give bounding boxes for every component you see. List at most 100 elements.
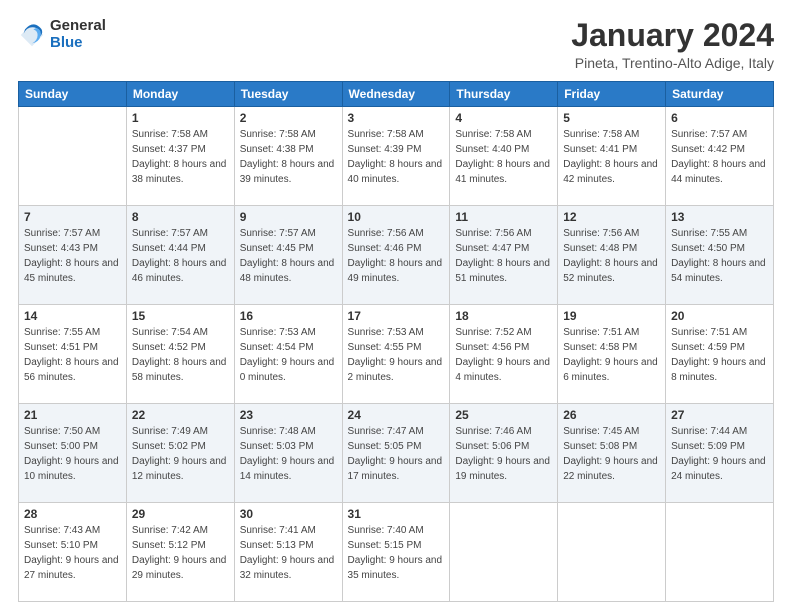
day-info: Sunrise: 7:53 AM Sunset: 4:54 PM Dayligh… <box>240 325 337 385</box>
table-row <box>450 503 558 602</box>
day-number: 10 <box>348 210 445 224</box>
sunrise-text: Sunrise: 7:58 AM <box>132 129 208 140</box>
table-row: 4 Sunrise: 7:58 AM Sunset: 4:40 PM Dayli… <box>450 107 558 206</box>
day-info: Sunrise: 7:51 AM Sunset: 4:58 PM Dayligh… <box>563 325 660 385</box>
sunset-text: Sunset: 5:02 PM <box>132 441 206 452</box>
calendar-table: Sunday Monday Tuesday Wednesday Thursday… <box>18 81 774 602</box>
daylight-text: Daylight: 8 hours and 44 minutes. <box>671 159 766 185</box>
sunrise-text: Sunrise: 7:44 AM <box>671 426 747 437</box>
sunrise-text: Sunrise: 7:53 AM <box>348 327 424 338</box>
day-number: 29 <box>132 507 229 521</box>
sunrise-text: Sunrise: 7:58 AM <box>455 129 531 140</box>
day-info: Sunrise: 7:54 AM Sunset: 4:52 PM Dayligh… <box>132 325 229 385</box>
sunset-text: Sunset: 4:45 PM <box>240 243 314 254</box>
sunset-text: Sunset: 4:38 PM <box>240 144 314 155</box>
day-info: Sunrise: 7:40 AM Sunset: 5:15 PM Dayligh… <box>348 523 445 583</box>
day-number: 13 <box>671 210 768 224</box>
table-row: 5 Sunrise: 7:58 AM Sunset: 4:41 PM Dayli… <box>558 107 666 206</box>
day-number: 15 <box>132 309 229 323</box>
day-number: 11 <box>455 210 552 224</box>
sunset-text: Sunset: 5:00 PM <box>24 441 98 452</box>
day-info: Sunrise: 7:46 AM Sunset: 5:06 PM Dayligh… <box>455 424 552 484</box>
day-info: Sunrise: 7:55 AM Sunset: 4:50 PM Dayligh… <box>671 226 768 286</box>
header-saturday: Saturday <box>666 82 774 107</box>
day-info: Sunrise: 7:53 AM Sunset: 4:55 PM Dayligh… <box>348 325 445 385</box>
day-info: Sunrise: 7:44 AM Sunset: 5:09 PM Dayligh… <box>671 424 768 484</box>
table-row: 1 Sunrise: 7:58 AM Sunset: 4:37 PM Dayli… <box>126 107 234 206</box>
sunrise-text: Sunrise: 7:47 AM <box>348 426 424 437</box>
daylight-text: Daylight: 8 hours and 54 minutes. <box>671 258 766 284</box>
table-row <box>19 107 127 206</box>
sunset-text: Sunset: 4:47 PM <box>455 243 529 254</box>
sunset-text: Sunset: 4:48 PM <box>563 243 637 254</box>
table-row: 17 Sunrise: 7:53 AM Sunset: 4:55 PM Dayl… <box>342 305 450 404</box>
sunset-text: Sunset: 4:40 PM <box>455 144 529 155</box>
title-month: January 2024 <box>571 18 774 53</box>
day-number: 26 <box>563 408 660 422</box>
logo-blue-text: Blue <box>50 35 106 52</box>
sunset-text: Sunset: 4:56 PM <box>455 342 529 353</box>
table-row: 7 Sunrise: 7:57 AM Sunset: 4:43 PM Dayli… <box>19 206 127 305</box>
table-row: 9 Sunrise: 7:57 AM Sunset: 4:45 PM Dayli… <box>234 206 342 305</box>
day-number: 14 <box>24 309 121 323</box>
daylight-text: Daylight: 8 hours and 42 minutes. <box>563 159 658 185</box>
daylight-text: Daylight: 8 hours and 48 minutes. <box>240 258 335 284</box>
daylight-text: Daylight: 9 hours and 22 minutes. <box>563 456 658 482</box>
day-number: 18 <box>455 309 552 323</box>
sunrise-text: Sunrise: 7:55 AM <box>24 327 100 338</box>
daylight-text: Daylight: 9 hours and 32 minutes. <box>240 555 335 581</box>
calendar-week-row: 21 Sunrise: 7:50 AM Sunset: 5:00 PM Dayl… <box>19 404 774 503</box>
day-number: 16 <box>240 309 337 323</box>
sunrise-text: Sunrise: 7:51 AM <box>563 327 639 338</box>
day-number: 4 <box>455 111 552 125</box>
table-row: 20 Sunrise: 7:51 AM Sunset: 4:59 PM Dayl… <box>666 305 774 404</box>
sunset-text: Sunset: 4:46 PM <box>348 243 422 254</box>
day-info: Sunrise: 7:43 AM Sunset: 5:10 PM Dayligh… <box>24 523 121 583</box>
sunrise-text: Sunrise: 7:54 AM <box>132 327 208 338</box>
daylight-text: Daylight: 9 hours and 12 minutes. <box>132 456 227 482</box>
sunset-text: Sunset: 4:42 PM <box>671 144 745 155</box>
header-monday: Monday <box>126 82 234 107</box>
sunset-text: Sunset: 4:59 PM <box>671 342 745 353</box>
sunset-text: Sunset: 4:41 PM <box>563 144 637 155</box>
sunrise-text: Sunrise: 7:58 AM <box>240 129 316 140</box>
day-info: Sunrise: 7:51 AM Sunset: 4:59 PM Dayligh… <box>671 325 768 385</box>
daylight-text: Daylight: 8 hours and 49 minutes. <box>348 258 443 284</box>
table-row: 3 Sunrise: 7:58 AM Sunset: 4:39 PM Dayli… <box>342 107 450 206</box>
day-number: 12 <box>563 210 660 224</box>
day-info: Sunrise: 7:45 AM Sunset: 5:08 PM Dayligh… <box>563 424 660 484</box>
day-number: 7 <box>24 210 121 224</box>
sunset-text: Sunset: 4:58 PM <box>563 342 637 353</box>
table-row: 26 Sunrise: 7:45 AM Sunset: 5:08 PM Dayl… <box>558 404 666 503</box>
daylight-text: Daylight: 8 hours and 51 minutes. <box>455 258 550 284</box>
day-number: 24 <box>348 408 445 422</box>
day-info: Sunrise: 7:57 AM Sunset: 4:44 PM Dayligh… <box>132 226 229 286</box>
table-row: 6 Sunrise: 7:57 AM Sunset: 4:42 PM Dayli… <box>666 107 774 206</box>
table-row: 21 Sunrise: 7:50 AM Sunset: 5:00 PM Dayl… <box>19 404 127 503</box>
sunrise-text: Sunrise: 7:56 AM <box>455 228 531 239</box>
table-row <box>666 503 774 602</box>
sunset-text: Sunset: 5:03 PM <box>240 441 314 452</box>
daylight-text: Daylight: 9 hours and 29 minutes. <box>132 555 227 581</box>
table-row <box>558 503 666 602</box>
day-number: 9 <box>240 210 337 224</box>
daylight-text: Daylight: 8 hours and 52 minutes. <box>563 258 658 284</box>
table-row: 22 Sunrise: 7:49 AM Sunset: 5:02 PM Dayl… <box>126 404 234 503</box>
day-info: Sunrise: 7:47 AM Sunset: 5:05 PM Dayligh… <box>348 424 445 484</box>
day-info: Sunrise: 7:58 AM Sunset: 4:37 PM Dayligh… <box>132 127 229 187</box>
sunrise-text: Sunrise: 7:57 AM <box>24 228 100 239</box>
day-number: 25 <box>455 408 552 422</box>
table-row: 12 Sunrise: 7:56 AM Sunset: 4:48 PM Dayl… <box>558 206 666 305</box>
day-number: 23 <box>240 408 337 422</box>
day-info: Sunrise: 7:56 AM Sunset: 4:47 PM Dayligh… <box>455 226 552 286</box>
day-number: 19 <box>563 309 660 323</box>
daylight-text: Daylight: 9 hours and 17 minutes. <box>348 456 443 482</box>
sunset-text: Sunset: 5:15 PM <box>348 540 422 551</box>
sunrise-text: Sunrise: 7:57 AM <box>671 129 747 140</box>
day-info: Sunrise: 7:56 AM Sunset: 4:46 PM Dayligh… <box>348 226 445 286</box>
daylight-text: Daylight: 9 hours and 19 minutes. <box>455 456 550 482</box>
sunrise-text: Sunrise: 7:57 AM <box>240 228 316 239</box>
table-row: 31 Sunrise: 7:40 AM Sunset: 5:15 PM Dayl… <box>342 503 450 602</box>
daylight-text: Daylight: 8 hours and 46 minutes. <box>132 258 227 284</box>
logo-general-text: General <box>50 18 106 35</box>
